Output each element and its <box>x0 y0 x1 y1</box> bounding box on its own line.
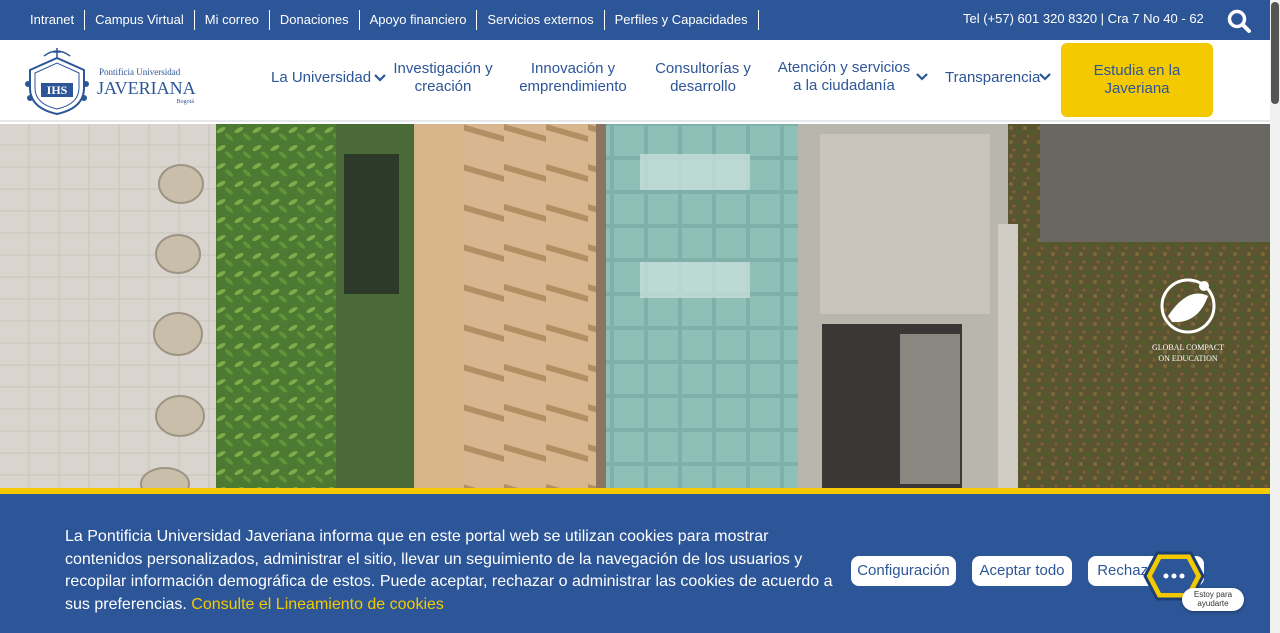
nav-consultorias-desarrollo[interactable]: Consultorías y desarrollo <box>650 60 756 96</box>
estudia-en-la-javeriana-button[interactable]: Estudia en la Javeriana <box>1061 43 1213 117</box>
hero-aerial-image: GLOBAL COMPACT ON EDUCATION <box>0 124 1270 488</box>
chevron-down-icon <box>1039 73 1051 81</box>
nav-investigacion-creacion[interactable]: Investigación y creación <box>390 60 496 96</box>
nav-la-universidad[interactable]: La Universidad <box>271 69 389 87</box>
nav-transparencia[interactable]: Transparencia <box>945 69 1055 87</box>
link-campus-virtual[interactable]: Campus Virtual <box>85 10 195 30</box>
svg-text:IHS: IHS <box>47 83 68 97</box>
top-utility-bar: Intranet Campus Virtual Mi correo Donaci… <box>0 0 1270 40</box>
svg-text:Pontificia Universidad: Pontificia Universidad <box>99 67 181 77</box>
chat-bubble: Estoy para ayudarte <box>1182 588 1244 611</box>
nav-label: Innovación y <box>530 60 616 77</box>
svg-text:GLOBAL COMPACT: GLOBAL COMPACT <box>1152 343 1224 352</box>
nav-innovacion-emprendimiento[interactable]: Innovación y emprendimiento <box>514 60 632 96</box>
chevron-down-icon <box>916 73 928 81</box>
svg-text:ON EDUCATION: ON EDUCATION <box>1158 354 1218 363</box>
link-intranet[interactable]: Intranet <box>20 10 86 30</box>
cookie-config-button[interactable]: Configuración <box>851 556 956 586</box>
link-apoyo-financiero[interactable]: Apoyo financiero <box>360 10 478 30</box>
nav-label: Consultorías y <box>655 60 751 77</box>
utility-links: Intranet Campus Virtual Mi correo Donaci… <box>20 0 759 40</box>
university-logo[interactable]: IHS Pontificia Universidad JAVERIANA Bog… <box>24 44 200 116</box>
nav-label: creación <box>414 78 472 95</box>
chat-assistant-widget[interactable]: Estoy para ayudarte <box>1143 549 1247 617</box>
search-button[interactable] <box>1226 8 1252 34</box>
nav-label: Transparencia <box>945 69 1041 86</box>
nav-label: La Universidad <box>271 69 372 86</box>
cookie-message: La Pontificia Universidad Javeriana info… <box>65 526 840 616</box>
scrollbar-thumb[interactable] <box>1271 2 1279 104</box>
nav-label: emprendimiento <box>519 78 627 95</box>
link-donaciones[interactable]: Donaciones <box>270 10 360 30</box>
cookie-accept-button[interactable]: Aceptar todo <box>972 556 1072 586</box>
chevron-down-icon <box>374 74 386 82</box>
nav-label: desarrollo <box>670 78 736 95</box>
javeriana-crest-icon: IHS Pontificia Universidad JAVERIANA Bog… <box>25 48 196 116</box>
campus-aerial-photo <box>0 124 1270 488</box>
nav-label: a la ciudadanía <box>793 77 895 94</box>
link-servicios-externos[interactable]: Servicios externos <box>477 10 605 30</box>
chat-bubble-text: Estoy para <box>1193 590 1233 599</box>
link-perfiles-capacidades[interactable]: Perfiles y Capacidades <box>605 10 759 30</box>
cookie-text: La Pontificia Universidad Javeriana info… <box>65 528 833 613</box>
svg-text:JAVERIANA: JAVERIANA <box>97 78 196 98</box>
cookie-policy-link[interactable]: Consulte el Lineamiento de cookies <box>191 596 444 613</box>
global-compact-logo-icon: GLOBAL COMPACT ON EDUCATION <box>1152 278 1224 363</box>
link-mi-correo[interactable]: Mi correo <box>195 10 270 30</box>
cookie-banner: La Pontificia Universidad Javeriana info… <box>0 488 1270 633</box>
svg-text:Bogotá: Bogotá <box>177 99 195 105</box>
main-navigation: IHS Pontificia Universidad JAVERIANA Bog… <box>0 40 1270 122</box>
global-compact-badge: GLOBAL COMPACT ON EDUCATION <box>1146 276 1230 366</box>
contact-info: Tel (+57) 601 320 8320 | Cra 7 No 40 - 6… <box>963 11 1204 26</box>
nav-atencion-servicios[interactable]: Atención y servicios a la ciudadanía <box>776 59 934 95</box>
chat-bubble-text: ayudarte <box>1197 599 1229 608</box>
nav-label: Atención y servicios <box>777 59 911 76</box>
search-icon <box>1227 9 1251 33</box>
nav-label: Investigación y <box>393 60 493 77</box>
page-scrollbar[interactable] <box>1270 0 1280 633</box>
